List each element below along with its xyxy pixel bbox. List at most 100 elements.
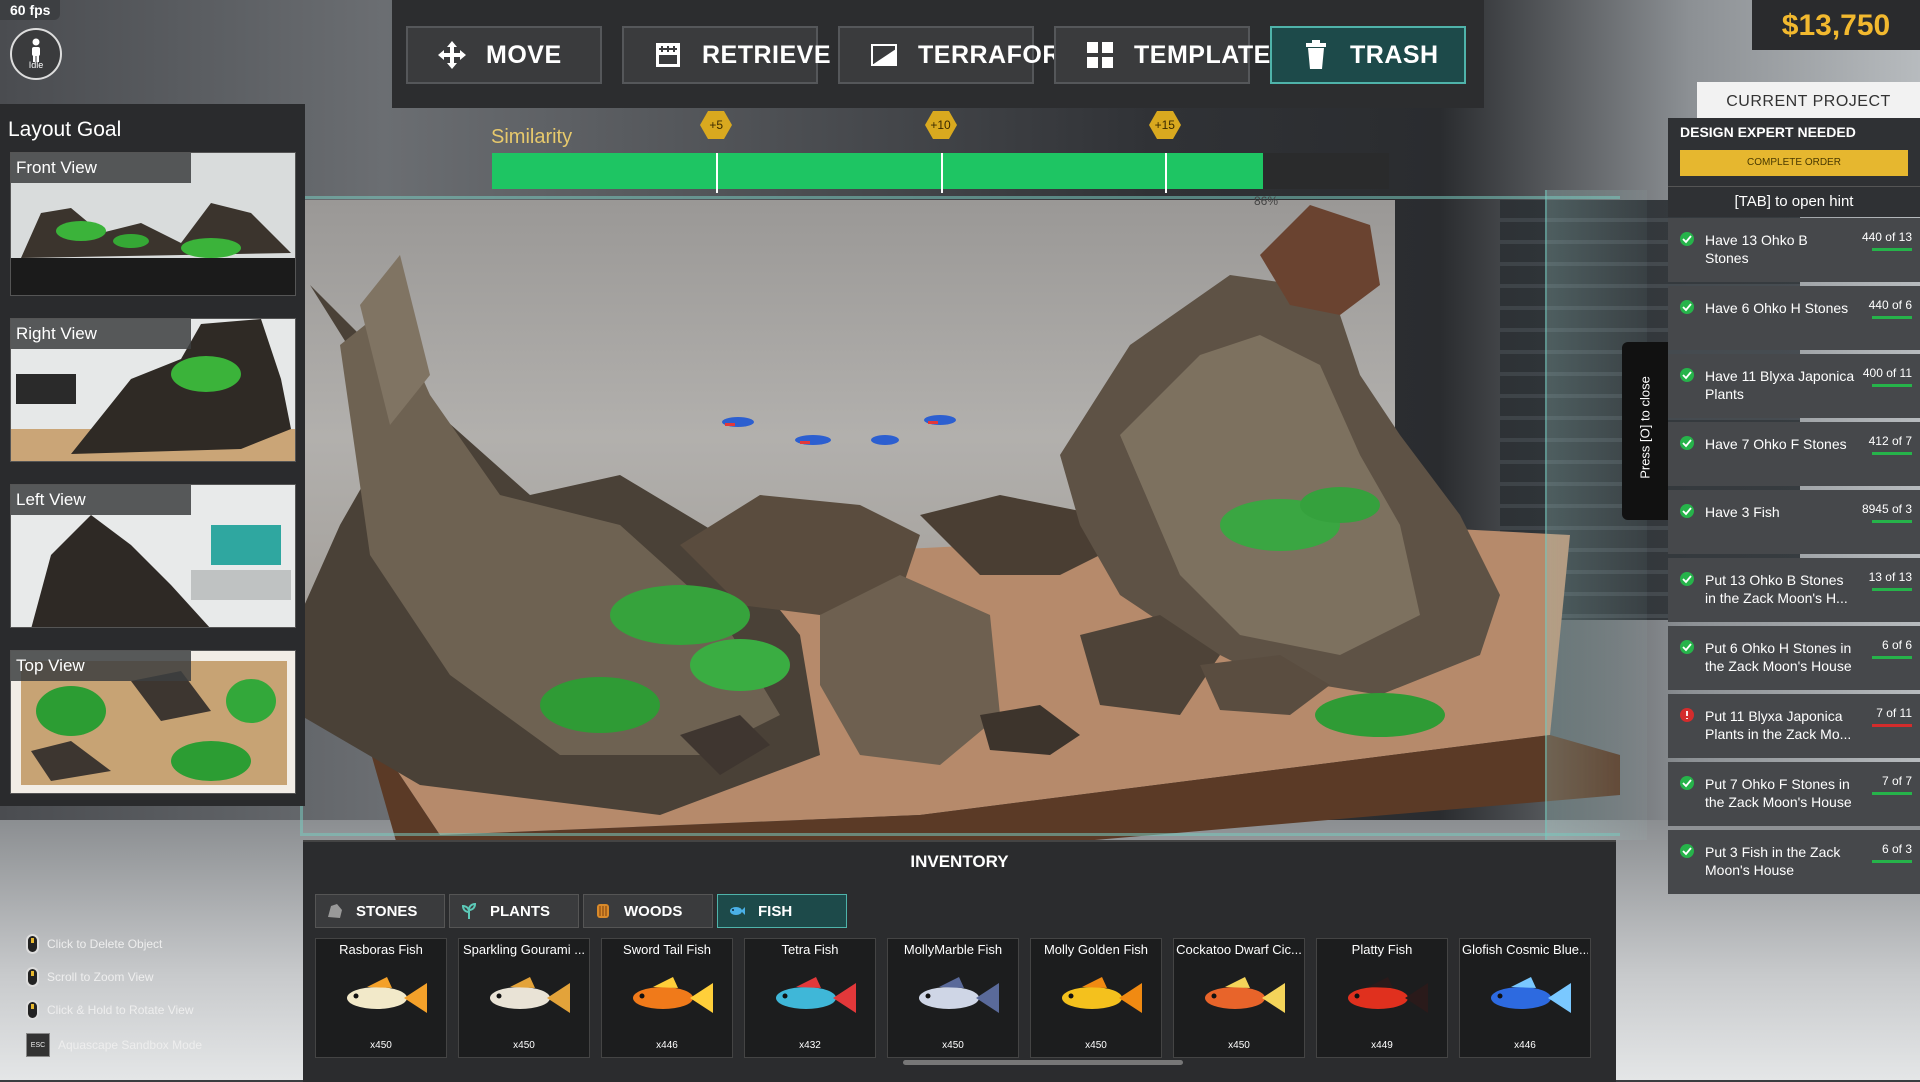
fish-school — [722, 415, 956, 445]
plant-patch-5 — [1315, 693, 1445, 737]
inventory-item[interactable]: MollyMarble Fish x450 — [887, 938, 1019, 1058]
objective-progress — [1872, 724, 1912, 727]
retrieve-icon — [656, 43, 680, 67]
objective-item[interactable]: Put 3 Fish in the Zack Moon's House 6 of … — [1668, 830, 1920, 894]
objective-text: Put 7 Ohko F Stones in the Zack Moon's H… — [1705, 776, 1852, 810]
objective-item[interactable]: Have 6 Ohko H Stones 440 of 6 — [1668, 286, 1920, 350]
project-objectives-panel: DESIGN EXPERT NEEDED COMPLETE ORDER [TAB… — [1668, 118, 1920, 894]
control-hint-text: Click & Hold to Rotate View — [47, 1003, 194, 1017]
similarity-bonus-marker: +5 — [699, 110, 733, 140]
inventory-item[interactable]: Molly Golden Fish x450 — [1030, 938, 1162, 1058]
fish-icon — [1062, 977, 1142, 1013]
top-view-label: Top View — [11, 651, 191, 681]
objective-count: 13 of 13 — [1868, 570, 1912, 584]
item-name: Tetra Fish — [781, 942, 839, 957]
complete-order-button[interactable]: COMPLETE ORDER — [1680, 150, 1908, 176]
inventory-panel: INVENTORY STONES PLANTS WOODS FISH Rasbo… — [303, 840, 1616, 1082]
inventory-item[interactable]: Glofish Cosmic Blue... x446 — [1459, 938, 1591, 1058]
control-hint: Click to Delete Object — [26, 934, 162, 954]
inventory-item[interactable]: Sparkling Gourami ... x450 — [458, 938, 590, 1058]
inventory-scrollbar[interactable] — [903, 1060, 1183, 1065]
front-view-card[interactable]: Front View — [10, 152, 296, 296]
objective-item[interactable]: Have 11 Blyxa Japonica Plants 400 of 11 — [1668, 354, 1920, 418]
fish-icon — [1205, 977, 1285, 1013]
front-view-label: Front View — [11, 153, 191, 183]
aquascape-scene[interactable] — [300, 195, 1620, 845]
fish-icon — [1491, 977, 1571, 1013]
objective-count: 6 of 3 — [1881, 842, 1912, 856]
tab-fish[interactable]: FISH — [717, 894, 847, 928]
objective-item[interactable]: Put 13 Ohko B Stones in the Zack Moon's … — [1668, 558, 1920, 622]
inventory-item[interactable]: Platty Fish x449 — [1316, 938, 1448, 1058]
objective-count: 400 of 11 — [1862, 366, 1912, 380]
template-button[interactable]: TEMPLATE — [1054, 26, 1270, 84]
move-button[interactable]: MOVE — [406, 26, 602, 84]
objective-count: 8945 of 3 — [1861, 502, 1912, 516]
player-status-avatar[interactable]: Idle — [10, 28, 62, 80]
left-view-label: Left View — [11, 485, 191, 515]
objective-text: Put 13 Ohko B Stones in the Zack Moon's … — [1705, 572, 1848, 606]
plant-patch-3 — [690, 639, 790, 691]
similarity-bonus-marker: +10 — [924, 110, 958, 140]
tab-woods[interactable]: WOODS — [583, 894, 713, 928]
plant-patch-6 — [1300, 487, 1380, 523]
item-quantity: x450 — [513, 1040, 535, 1051]
objective-item[interactable]: Have 13 Ohko B Stones 440 of 13 — [1668, 218, 1920, 282]
objective-text: Put 3 Fish in the Zack Moon's House — [1705, 844, 1841, 878]
right-view-card[interactable]: Right View — [10, 318, 296, 462]
check-icon — [1680, 776, 1694, 790]
objective-text: Have 13 Ohko B Stones — [1705, 232, 1808, 266]
similarity-tick — [716, 153, 719, 193]
similarity-fill — [492, 153, 1264, 189]
check-icon — [1680, 572, 1694, 586]
item-name: Glofish Cosmic Blue... — [1462, 942, 1588, 957]
player-status-text: Idle — [28, 60, 44, 70]
similarity-bonus-marker: +15 — [1148, 110, 1182, 140]
check-icon — [1680, 232, 1694, 246]
inventory-item[interactable]: Tetra Fish x432 — [744, 938, 876, 1058]
close-panel-tab[interactable]: Press [O] to close — [1622, 342, 1668, 520]
objective-progress — [1872, 792, 1912, 795]
tab-stones[interactable]: STONES — [315, 894, 445, 928]
item-quantity: x450 — [1228, 1040, 1250, 1051]
current-project-header[interactable]: CURRENT PROJECT — [1697, 82, 1920, 118]
inventory-item[interactable]: Sword Tail Fish x446 — [601, 938, 733, 1058]
plant-patch-2 — [540, 677, 660, 733]
tool-toolbar: MOVE RETRIEVE TERRAFORM TEMPLATE TRASH — [392, 0, 1484, 108]
item-quantity: x446 — [656, 1040, 678, 1051]
top-view-card[interactable]: Top View — [10, 650, 296, 794]
objective-item[interactable]: Put 11 Blyxa Japonica Plants in the Zack… — [1668, 694, 1920, 758]
fish-icon — [730, 907, 745, 915]
control-hint-text: Scroll to Zoom View — [47, 970, 154, 984]
terraform-button[interactable]: TERRAFORM — [838, 26, 1082, 84]
tab-plants[interactable]: PLANTS — [449, 894, 579, 928]
objective-item[interactable]: Have 7 Ohko F Stones 412 of 7 — [1668, 422, 1920, 486]
item-name: Sparkling Gourami ... — [462, 942, 586, 957]
stone-icon — [328, 904, 342, 918]
trash-button[interactable]: TRASH — [1270, 26, 1466, 84]
design-expert-title: DESIGN EXPERT NEEDED — [1680, 124, 1856, 140]
trash-icon — [1306, 40, 1326, 69]
objective-count: 412 of 7 — [1868, 434, 1912, 448]
item-name: Molly Golden Fish — [1043, 942, 1149, 957]
objective-progress — [1872, 588, 1912, 591]
control-hint: Click & Hold to Rotate View — [26, 1000, 194, 1020]
check-icon — [1680, 436, 1694, 450]
objective-item[interactable]: Put 7 Ohko F Stones in the Zack Moon's H… — [1668, 762, 1920, 826]
item-quantity: x446 — [1514, 1040, 1536, 1051]
item-name: MollyMarble Fish — [903, 942, 1003, 957]
item-name: Cockatoo Dwarf Cic... — [1176, 942, 1302, 957]
mouse-icon — [26, 934, 39, 954]
left-view-card[interactable]: Left View — [10, 484, 296, 628]
similarity-tick — [940, 153, 943, 193]
control-hint-text: Aquascape Sandbox Mode — [58, 1038, 203, 1052]
wood-icon — [597, 904, 609, 918]
item-quantity: x450 — [1085, 1040, 1107, 1051]
objective-item[interactable]: Put 6 Ohko H Stones in the Zack Moon's H… — [1668, 626, 1920, 690]
objective-item[interactable]: Have 3 Fish 8945 of 3 — [1668, 490, 1920, 554]
inventory-item[interactable]: Rasboras Fish x450 — [315, 938, 447, 1058]
retrieve-button[interactable]: RETRIEVE — [622, 26, 831, 84]
similarity-tick — [1164, 153, 1167, 193]
objective-text: Have 6 Ohko H Stones — [1705, 300, 1849, 316]
inventory-item[interactable]: Cockatoo Dwarf Cic... x450 — [1173, 938, 1305, 1058]
